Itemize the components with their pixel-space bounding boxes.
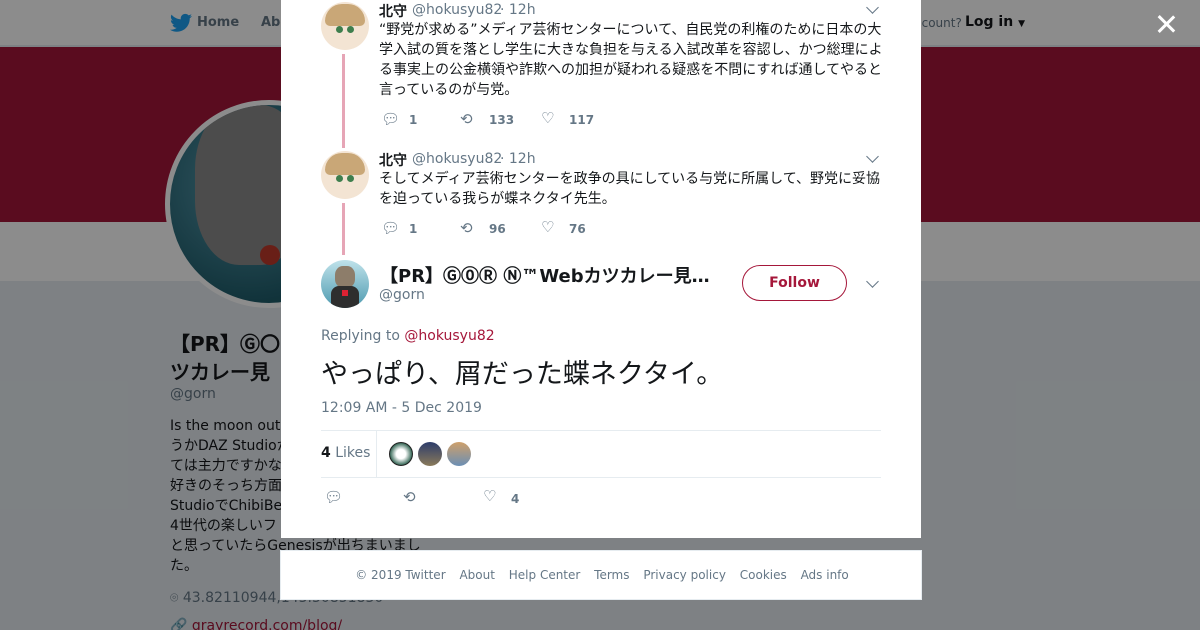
footer-link-help-center[interactable]: Help Center: [509, 568, 581, 582]
footer-link-ads-info[interactable]: Ads info: [801, 568, 849, 582]
likes-stat-count: 4: [321, 445, 331, 461]
follow-button[interactable]: Follow: [742, 265, 847, 301]
liker-avatar[interactable]: [389, 442, 413, 466]
tweet-author-handle[interactable]: @hokusyu82: [412, 151, 502, 167]
avatar[interactable]: [321, 151, 369, 199]
like-count: 117: [569, 113, 595, 127]
liker-avatar[interactable]: [447, 442, 471, 466]
liker-avatar[interactable]: [418, 442, 442, 466]
retweet-icon[interactable]: ⟲: [403, 488, 416, 506]
divider: [321, 430, 881, 431]
modal-footer: © 2019 Twitter About Help Center Terms P…: [280, 550, 922, 600]
tweet-author-handle[interactable]: @hokusyu82: [412, 2, 502, 18]
footer-copyright: © 2019 Twitter: [355, 568, 446, 582]
avatar[interactable]: [321, 260, 369, 308]
reply-icon[interactable]: 💬︎: [324, 488, 343, 506]
heart-icon[interactable]: ♡: [541, 109, 554, 127]
tweet-text: そしてメディア芸術センターを政争の具にしている与党に所属して、野党に妥協を迫って…: [379, 171, 881, 207]
divider: [321, 477, 881, 478]
reply-icon[interactable]: 💬︎: [381, 110, 400, 128]
retweet-count: 96: [489, 222, 506, 236]
main-tweet-timestamp[interactable]: 12:09 AM - 5 Dec 2019: [321, 400, 482, 416]
replying-to-handle[interactable]: @hokusyu82: [404, 328, 494, 344]
replying-to-label: Replying to: [321, 328, 400, 344]
tweet-author-name[interactable]: 北守: [379, 150, 407, 170]
main-tweet-text: やっぱり、屑だった蝶ネクタイ。: [321, 359, 724, 390]
footer-link-privacy[interactable]: Privacy policy: [643, 568, 726, 582]
tweet-time[interactable]: · 12h: [500, 2, 536, 18]
likes-stat-label: Likes: [335, 445, 371, 461]
main-tweet-author-handle[interactable]: @gorn: [379, 287, 425, 303]
tweet-time[interactable]: · 12h: [500, 151, 536, 167]
thread-connector: [342, 203, 345, 255]
reply-count: 1: [409, 222, 418, 236]
replying-to: Replying to @hokusyu82: [321, 328, 495, 344]
like-count: 76: [569, 222, 586, 236]
tweet-text: “野党が求める”メディア芸術センターについて、自民党の利権のために日本の大学入試…: [379, 22, 883, 98]
tweet-author-name[interactable]: 北守: [379, 1, 407, 21]
divider: [376, 431, 377, 477]
footer-link-cookies[interactable]: Cookies: [740, 568, 787, 582]
retweet-icon[interactable]: ⟲: [460, 219, 473, 237]
heart-icon[interactable]: ♡: [541, 218, 554, 236]
thread-connector: [342, 54, 345, 148]
reply-count: 1: [409, 113, 418, 127]
reply-icon[interactable]: 💬︎: [381, 219, 400, 237]
retweet-icon[interactable]: ⟲: [460, 110, 473, 128]
close-icon[interactable]: [1156, 14, 1176, 34]
main-tweet-author-name[interactable]: 【PR】Ⓖ⓪Ⓡ Ⓝ™Webカツカレー見...: [380, 262, 710, 288]
footer-link-about[interactable]: About: [459, 568, 494, 582]
retweet-count: 133: [489, 113, 515, 127]
footer-link-terms[interactable]: Terms: [594, 568, 629, 582]
heart-icon[interactable]: ♡: [483, 487, 496, 505]
likes-stat[interactable]: 4 Likes: [321, 445, 370, 461]
avatar[interactable]: [321, 2, 369, 50]
footer-links: © 2019 Twitter About Help Center Terms P…: [281, 568, 923, 582]
like-count: 4: [511, 492, 520, 506]
